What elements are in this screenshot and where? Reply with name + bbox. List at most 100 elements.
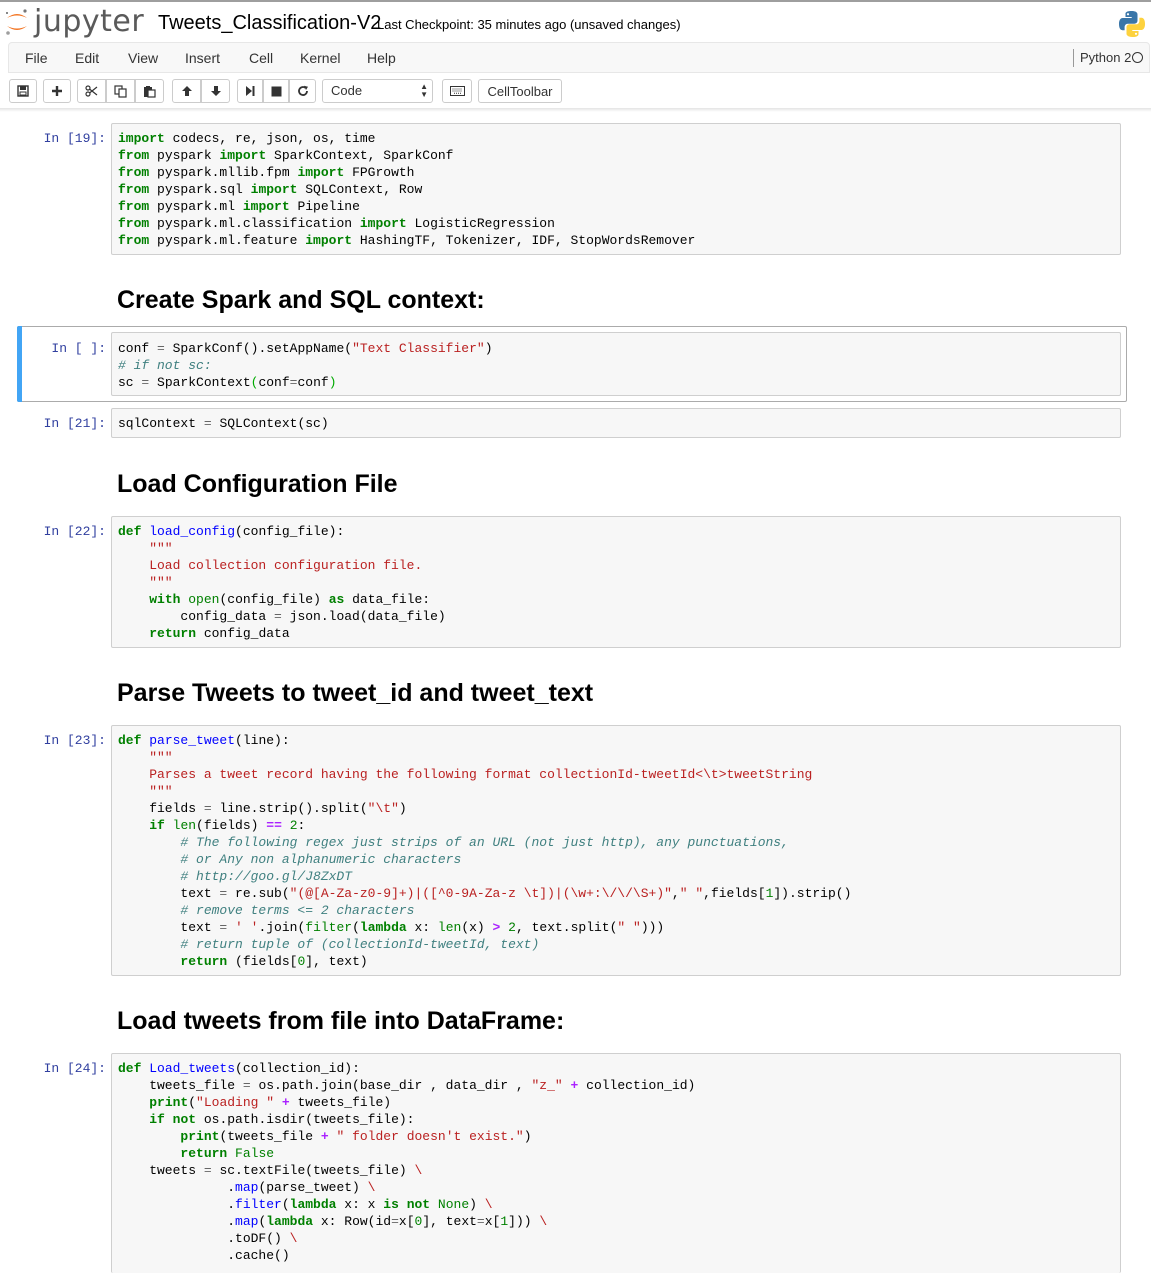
cell-type-value: Code bbox=[331, 83, 363, 98]
code-line: from pyspark import SparkContext, SparkC… bbox=[118, 148, 454, 163]
code-input[interactable]: sqlContext = SQLContext(sc) bbox=[111, 408, 1121, 438]
run-button[interactable] bbox=[237, 79, 263, 103]
code-line: Load collection configuration file. bbox=[118, 558, 423, 573]
code-cell[interactable]: In [21]: sqlContext = SQLContext(sc) bbox=[18, 408, 1126, 438]
input-prompt: In [23]: bbox=[43, 733, 106, 748]
code-line: text = re.sub("(@[A-Za-z0-9]+)|([^0-9A-Z… bbox=[118, 886, 852, 901]
code-line: with open(config_file) as data_file: bbox=[149, 592, 431, 607]
code-line: print(tweets_file + " folder doesn't exi… bbox=[180, 1129, 532, 1144]
menu-cell[interactable]: Cell bbox=[249, 50, 273, 66]
code-line: .toDF() \ bbox=[118, 1231, 298, 1246]
code-cell[interactable]: In [19]: import codecs, re, json, os, ti… bbox=[18, 123, 1126, 255]
code-line: # http://goo.gl/J8ZxDT bbox=[118, 869, 353, 884]
input-prompt: In [24]: bbox=[43, 1061, 106, 1076]
code-input[interactable]: def load_config(config_file): """ Load c… bbox=[111, 516, 1121, 648]
code-line: fields = line.strip().split("\t") bbox=[118, 801, 407, 816]
jupyter-logo-text: jupyter bbox=[34, 4, 145, 39]
header-shadow bbox=[0, 108, 1151, 112]
code-line: from pyspark.ml.classification import Lo… bbox=[118, 216, 555, 231]
code-line: .map(parse_tweet) \ bbox=[118, 1180, 376, 1195]
menu-view[interactable]: View bbox=[128, 50, 158, 66]
code-line: # The following regex just strips of an … bbox=[118, 835, 789, 850]
code-input[interactable]: def Load_tweets(collection_id): tweets_f… bbox=[111, 1053, 1121, 1273]
paste-button[interactable] bbox=[135, 79, 164, 103]
code-cell[interactable]: In [24]: def Load_tweets(collection_id):… bbox=[18, 1053, 1126, 1273]
menu-file[interactable]: File bbox=[25, 50, 48, 66]
code-line: if not os.path.isdir(tweets_file): bbox=[149, 1112, 415, 1127]
cut-icon bbox=[85, 85, 98, 97]
code-line: print("Loading " + tweets_file) bbox=[149, 1095, 392, 1110]
input-prompt: In [21]: bbox=[43, 416, 106, 431]
move-down-button[interactable] bbox=[201, 79, 230, 103]
notebook-header: jupyter Tweets_Classification-V2 Last Ch… bbox=[0, 2, 1151, 42]
code-line: return config_data bbox=[149, 626, 290, 641]
keyboard-icon bbox=[449, 86, 465, 96]
plus-icon bbox=[52, 86, 62, 96]
arrow-up-icon bbox=[181, 86, 192, 96]
code-input[interactable]: def parse_tweet(line): """ Parses a twee… bbox=[111, 725, 1121, 976]
select-arrows-icon: ▲ ▼ bbox=[420, 82, 428, 99]
code-line: def Load_tweets(collection_id): bbox=[118, 1061, 360, 1076]
code-line: Parses a tweet record having the followi… bbox=[118, 767, 813, 782]
code-line: """ bbox=[118, 541, 173, 556]
code-cell[interactable]: In [23]: def parse_tweet(line): """ Pars… bbox=[18, 725, 1126, 976]
menu-kernel[interactable]: Kernel bbox=[300, 50, 340, 66]
python-logo-icon bbox=[1117, 9, 1147, 39]
move-up-button[interactable] bbox=[172, 79, 201, 103]
input-prompt: In [19]: bbox=[43, 131, 106, 146]
code-input[interactable]: import codecs, re, json, os, time from p… bbox=[111, 123, 1121, 255]
code-input[interactable]: conf = SparkConf().setAppName("Text Clas… bbox=[111, 332, 1121, 396]
menu-edit[interactable]: Edit bbox=[75, 50, 99, 66]
markdown-heading: Parse Tweets to tweet_id and tweet_text bbox=[117, 679, 594, 707]
code-line: # or Any non alphanumeric characters bbox=[118, 852, 462, 867]
insert-cell-button[interactable] bbox=[43, 79, 71, 103]
paste-icon bbox=[144, 85, 156, 98]
code-line: from pyspark.ml import Pipeline bbox=[118, 199, 360, 214]
code-line: conf = SparkConf().setAppName("Text Clas… bbox=[118, 341, 493, 356]
code-line: # return tuple of (collectionId-tweetId,… bbox=[118, 937, 540, 952]
step-forward-icon bbox=[246, 86, 255, 96]
copy-button[interactable] bbox=[106, 79, 135, 103]
command-palette-button[interactable] bbox=[442, 79, 472, 103]
code-cell-selected[interactable]: In [ ]: conf = SparkConf().setAppName("T… bbox=[18, 332, 1126, 396]
code-line: return (fields[0], text) bbox=[180, 954, 368, 969]
code-line: tweets = sc.textFile(tweets_file) \ bbox=[118, 1163, 423, 1178]
code-line: sc = SparkContext(conf=conf) bbox=[118, 375, 337, 390]
restart-button[interactable] bbox=[289, 79, 316, 103]
code-line: .filter(lambda x: x is not None) \ bbox=[118, 1197, 493, 1212]
refresh-icon bbox=[297, 85, 308, 96]
menu-insert[interactable]: Insert bbox=[185, 50, 220, 66]
stop-icon bbox=[271, 86, 281, 96]
code-line: """ bbox=[118, 784, 173, 799]
menu-help[interactable]: Help bbox=[367, 50, 396, 66]
code-line: """ bbox=[118, 750, 173, 765]
markdown-heading: Create Spark and SQL context: bbox=[117, 286, 485, 314]
markdown-heading: Load tweets from file into DataFrame: bbox=[117, 1007, 565, 1035]
jupyter-logo-icon bbox=[4, 7, 30, 37]
save-icon bbox=[17, 85, 29, 97]
code-line: tweets_file = os.path.join(base_dir , da… bbox=[118, 1078, 696, 1093]
save-button[interactable] bbox=[9, 79, 37, 103]
kernel-name: Python 2 bbox=[1073, 49, 1131, 67]
code-line: .cache() bbox=[118, 1248, 290, 1263]
code-line: from pyspark.sql import SQLContext, Row bbox=[118, 182, 423, 197]
code-line: def load_config(config_file): bbox=[118, 524, 345, 539]
code-line: def parse_tweet(line): bbox=[118, 733, 290, 748]
cell-type-select[interactable]: Code ▲ ▼ bbox=[322, 79, 433, 103]
jupyter-logo[interactable]: jupyter bbox=[4, 4, 144, 40]
toolbar: CellToolbar bbox=[0, 74, 1151, 108]
code-line: config_data = json.load(data_file) bbox=[118, 609, 446, 624]
code-cell[interactable]: In [22]: def load_config(config_file): "… bbox=[18, 516, 1126, 648]
code-line: .map(lambda x: Row(id=x[0], text=x[1])) … bbox=[118, 1214, 548, 1229]
menu-bar: File Edit View Insert Cell Kernel Help P… bbox=[8, 42, 1150, 73]
input-prompt: In [22]: bbox=[43, 524, 106, 539]
kernel-idle-icon bbox=[1132, 52, 1143, 63]
code-line: # remove terms <= 2 characters bbox=[118, 903, 415, 918]
code-line: # if not sc: bbox=[118, 358, 212, 373]
cut-button[interactable] bbox=[77, 79, 106, 103]
celltoolbar-button[interactable]: CellToolbar bbox=[478, 79, 562, 103]
interrupt-button[interactable] bbox=[263, 79, 289, 103]
code-line: import codecs, re, json, os, time bbox=[118, 131, 376, 146]
code-line: from pyspark.ml.feature import HashingTF… bbox=[118, 233, 696, 248]
notebook-title[interactable]: Tweets_Classification-V2 bbox=[158, 12, 381, 35]
